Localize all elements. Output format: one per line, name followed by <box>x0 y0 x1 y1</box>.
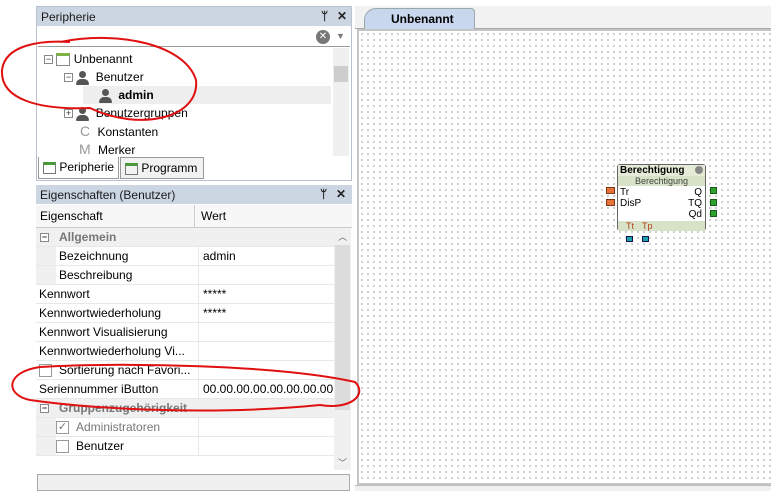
annotation-circle-serial <box>11 363 361 412</box>
annotation-circle-tree <box>0 36 198 121</box>
annotation-marks <box>0 36 361 412</box>
